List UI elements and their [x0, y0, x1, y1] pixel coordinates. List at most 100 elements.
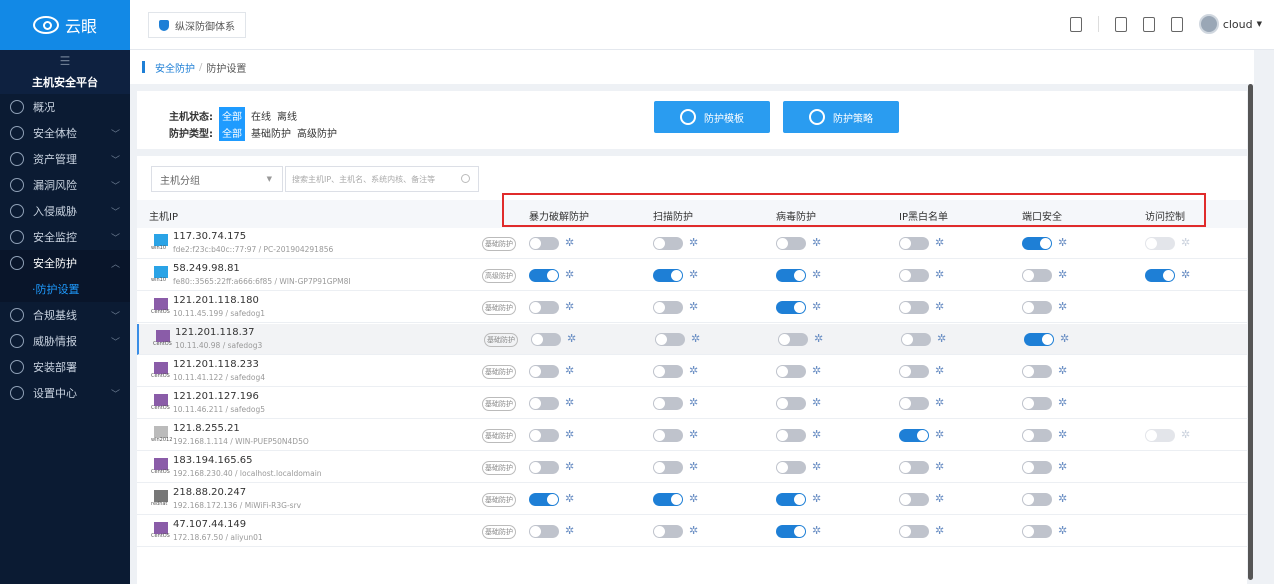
sidebar-item[interactable]: 安全监控 ﹀ — [0, 224, 130, 250]
protection-toggle[interactable] — [653, 525, 683, 538]
protection-toggle[interactable] — [1022, 429, 1052, 442]
protection-toggle[interactable] — [1022, 397, 1052, 410]
protection-toggle[interactable] — [655, 333, 685, 346]
gear-icon[interactable]: ✲ — [565, 300, 574, 314]
protection-toggle[interactable] — [653, 397, 683, 410]
gear-icon[interactable]: ✲ — [937, 332, 946, 346]
gear-icon[interactable]: ✲ — [1058, 492, 1067, 506]
protection-toggle[interactable] — [776, 493, 806, 506]
host-group-select[interactable]: 主机分组 ▼ — [151, 166, 283, 192]
gear-icon[interactable]: ✲ — [1181, 268, 1190, 282]
protection-toggle[interactable] — [1022, 461, 1052, 474]
protection-toggle[interactable] — [1022, 301, 1052, 314]
protection-toggle[interactable] — [653, 301, 683, 314]
gear-icon[interactable]: ✲ — [565, 268, 574, 282]
protection-toggle[interactable] — [529, 525, 559, 538]
gear-icon[interactable]: ✲ — [812, 492, 821, 506]
gear-icon[interactable]: ✲ — [812, 460, 821, 474]
breadcrumb-parent[interactable]: 安全防护 — [155, 60, 195, 75]
gear-icon[interactable]: ✲ — [935, 236, 944, 250]
protection-toggle[interactable] — [776, 429, 806, 442]
protection-toggle[interactable] — [776, 397, 806, 410]
type-option-advanced[interactable]: 高级防护 — [297, 125, 337, 140]
gear-icon[interactable]: ✲ — [689, 268, 698, 282]
protection-toggle[interactable] — [899, 493, 929, 506]
scrollbar[interactable] — [1248, 84, 1253, 580]
protection-toggle[interactable] — [529, 493, 559, 506]
status-option-all[interactable]: 全部 — [219, 107, 245, 124]
gear-icon[interactable]: ✲ — [565, 460, 574, 474]
gear-icon[interactable]: ✲ — [812, 300, 821, 314]
type-option-basic[interactable]: 基础防护 — [251, 125, 291, 140]
gear-icon[interactable]: ✲ — [565, 524, 574, 538]
host-ip[interactable]: 183.194.165.65 — [173, 455, 253, 466]
gear-icon[interactable]: ✲ — [689, 364, 698, 378]
sidebar-item[interactable]: 入侵威胁 ﹀ — [0, 198, 130, 224]
gear-icon[interactable]: ✲ — [565, 396, 574, 410]
qrcode-icon[interactable] — [1069, 16, 1082, 32]
protection-toggle[interactable] — [899, 269, 929, 282]
table-row[interactable]: CentOS 47.107.44.149 172.18.67.50 / aliyun… — [137, 516, 1247, 547]
protection-toggle[interactable] — [653, 461, 683, 474]
gear-icon[interactable]: ✲ — [1058, 300, 1067, 314]
gear-icon[interactable]: ✲ — [935, 524, 944, 538]
gear-icon[interactable]: ✲ — [691, 332, 700, 346]
protection-toggle[interactable] — [529, 429, 559, 442]
protection-toggle[interactable] — [776, 525, 806, 538]
gear-icon[interactable]: ✲ — [689, 236, 698, 250]
protection-toggle[interactable] — [776, 237, 806, 250]
protection-toggle[interactable] — [899, 397, 929, 410]
gear-icon[interactable]: ✲ — [689, 524, 698, 538]
server-icon[interactable] — [1114, 16, 1127, 32]
gear-icon[interactable]: ✲ — [1060, 332, 1069, 346]
host-ip[interactable]: 121.201.118.233 — [173, 359, 259, 370]
protection-toggle[interactable] — [653, 237, 683, 250]
upload-icon[interactable] — [1170, 16, 1183, 32]
protection-toggle[interactable] — [1022, 365, 1052, 378]
protection-toggle[interactable] — [1022, 269, 1052, 282]
sidebar-item[interactable]: 设置中心 ﹀ — [0, 380, 130, 406]
gear-icon[interactable]: ✲ — [565, 364, 574, 378]
document-icon[interactable] — [1142, 16, 1155, 32]
gear-icon[interactable]: ✲ — [1058, 524, 1067, 538]
gear-icon[interactable]: ✲ — [689, 428, 698, 442]
status-option-online[interactable]: 在线 — [251, 108, 271, 123]
gear-icon[interactable]: ✲ — [567, 332, 576, 346]
sidebar-item[interactable]: 资产管理 ﹀ — [0, 146, 130, 172]
gear-icon[interactable]: ✲ — [935, 428, 944, 442]
gear-icon[interactable]: ✲ — [565, 236, 574, 250]
host-ip[interactable]: 47.107.44.149 — [173, 519, 246, 530]
logo[interactable]: 云眼 — [0, 0, 130, 50]
protection-toggle[interactable] — [529, 365, 559, 378]
protection-toggle[interactable] — [899, 525, 929, 538]
host-ip[interactable]: 121.8.255.21 — [173, 423, 240, 434]
protection-policy-button[interactable]: 防护策略 — [783, 101, 899, 133]
protection-toggle[interactable] — [1022, 493, 1052, 506]
host-ip[interactable]: 117.30.74.175 — [173, 231, 246, 242]
table-row[interactable]: win10 117.30.74.175 fde2:f23c:b40c::77:97 … — [137, 228, 1247, 259]
sidebar-item[interactable]: 概况 — [0, 94, 130, 120]
protection-toggle[interactable] — [776, 365, 806, 378]
protection-toggle[interactable] — [899, 237, 929, 250]
gear-icon[interactable]: ✲ — [1058, 364, 1067, 378]
sidebar-item[interactable]: 安全防护 ︿ — [0, 250, 130, 276]
sidebar-subitem[interactable]: ·防护设置 — [0, 276, 130, 302]
table-row[interactable]: CentOS 121.201.118.37 10.11.40.98 / safedo… — [137, 324, 1247, 355]
protection-toggle[interactable] — [778, 333, 808, 346]
gear-icon[interactable]: ✲ — [689, 492, 698, 506]
gear-icon[interactable]: ✲ — [812, 428, 821, 442]
gear-icon[interactable]: ✲ — [812, 236, 821, 250]
sidebar-item[interactable]: 漏洞风险 ﹀ — [0, 172, 130, 198]
search-icon[interactable] — [461, 174, 470, 183]
table-row[interactable]: CentOS 183.194.165.65 192.168.230.40 / loc… — [137, 452, 1247, 483]
gear-icon[interactable]: ✲ — [1058, 428, 1067, 442]
protection-toggle[interactable] — [529, 301, 559, 314]
system-tab[interactable]: 纵深防御体系 — [148, 12, 246, 38]
gear-icon[interactable]: ✲ — [1058, 396, 1067, 410]
protection-toggle[interactable] — [901, 333, 931, 346]
host-ip[interactable]: 121.201.127.196 — [173, 391, 259, 402]
gear-icon[interactable]: ✲ — [565, 428, 574, 442]
gear-icon[interactable]: ✲ — [935, 364, 944, 378]
gear-icon[interactable]: ✲ — [935, 492, 944, 506]
protection-template-button[interactable]: 防护模板 — [654, 101, 770, 133]
